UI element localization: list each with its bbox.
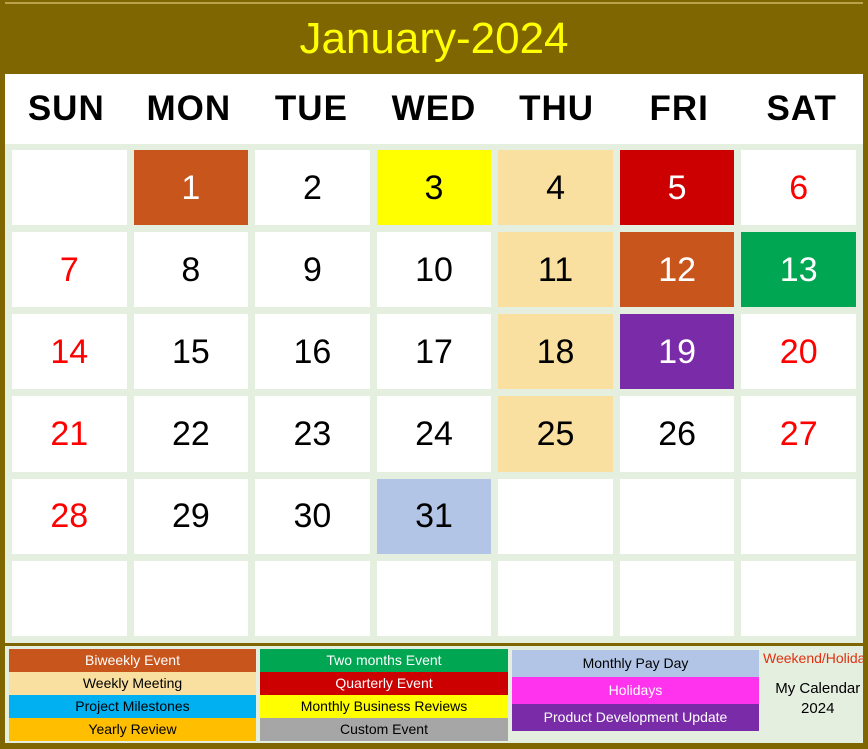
- legend-item-custom-event[interactable]: Custom Event: [260, 718, 508, 741]
- day-cell-3[interactable]: 3: [376, 150, 492, 226]
- day-cell-2[interactable]: 2: [255, 150, 370, 226]
- day-cell-empty: [619, 478, 735, 554]
- legend-column-2: Two months Event Quarterly Event Monthly B…: [260, 649, 508, 741]
- legend-column-4: Weekend/Holiday My Calendar 2024: [763, 647, 868, 743]
- weekday-header-thu: THU: [519, 89, 595, 128]
- weekday-header-fri: FRI: [649, 89, 709, 128]
- day-cell-empty: [498, 478, 613, 554]
- day-cell-4[interactable]: 4: [498, 150, 613, 226]
- day-cell-23[interactable]: 23: [255, 396, 370, 472]
- legend-item-holidays[interactable]: Holidays: [512, 676, 759, 704]
- day-cell-24[interactable]: 24: [376, 396, 492, 472]
- legend-column-3: Monthly Pay Day Holidays Product Developme…: [512, 649, 759, 742]
- day-cell-15[interactable]: 15: [133, 314, 249, 390]
- my-calendar-name: My Calendar: [775, 680, 861, 697]
- day-cell-empty: [619, 560, 735, 636]
- day-cell-14[interactable]: 14: [12, 314, 127, 390]
- day-cell-18[interactable]: 18: [498, 314, 613, 390]
- day-cell-31[interactable]: 31: [376, 478, 492, 554]
- day-cell-9[interactable]: 9: [255, 232, 370, 308]
- day-cell-empty: [12, 560, 127, 636]
- day-cell-empty: [498, 560, 613, 636]
- calendar-day-grid: 1 2 3 4 5 6 7 8 9 10 11 12 13 14 15 16 17 18 19 20 21 22 23 24 2…: [5, 144, 863, 643]
- calendar-title-bar: January-2024: [5, 2, 863, 74]
- day-cell-29[interactable]: 29: [133, 478, 249, 554]
- day-cell-5[interactable]: 5: [619, 150, 735, 226]
- legend-item-quarterly-event[interactable]: Quarterly Event: [260, 672, 508, 695]
- weekday-header-row: SUN MON TUE WED THU FRI SAT: [5, 74, 863, 144]
- day-cell-1[interactable]: 1: [133, 150, 249, 226]
- page-title: January-2024: [299, 14, 569, 63]
- legend-item-weekly-meeting[interactable]: Weekly Meeting: [9, 672, 256, 695]
- weekday-header-sat: SAT: [766, 89, 837, 128]
- weekday-header-wed: WED: [391, 89, 477, 128]
- legend-item-monthly-pay-day[interactable]: Monthly Pay Day: [512, 649, 759, 677]
- weekday-header-mon: MON: [146, 89, 232, 128]
- calendar-app: January-2024 SUN MON TUE WED THU FRI SAT 12345…: [0, 0, 868, 749]
- legend-item-two-months-event[interactable]: Two months Event: [260, 649, 508, 672]
- day-cell-22[interactable]: 22: [133, 396, 249, 472]
- my-calendar-label: My Calendar 2024: [775, 679, 860, 720]
- weekend-holiday-note: Weekend/Holiday: [763, 650, 868, 666]
- day-cell-12[interactable]: 12: [619, 232, 735, 308]
- day-cell-empty: [133, 560, 249, 636]
- day-cell-empty: [255, 560, 370, 636]
- day-cell-8[interactable]: 8: [133, 232, 249, 308]
- day-cell-28[interactable]: 28: [12, 478, 127, 554]
- legend-item-yearly-review[interactable]: Yearly Review: [9, 718, 256, 741]
- day-cell-6[interactable]: 6: [741, 150, 856, 226]
- legend-item-monthly-business-reviews[interactable]: Monthly Business Reviews: [260, 695, 508, 718]
- day-cell-16[interactable]: 16: [255, 314, 370, 390]
- legend-item-biweekly-event[interactable]: Biweekly Event: [9, 649, 256, 672]
- day-cell-13[interactable]: 13: [741, 232, 856, 308]
- day-cell-empty: [12, 150, 127, 226]
- weekday-header-tue: TUE: [274, 89, 348, 128]
- legend-column-1: Biweekly Event Weekly Meeting Project Mile…: [9, 649, 256, 741]
- my-calendar-year: 2024: [801, 700, 835, 718]
- day-cell-10[interactable]: 10: [376, 232, 492, 308]
- legend-item-project-milestones[interactable]: Project Milestones: [9, 695, 256, 718]
- day-cell-17[interactable]: 17: [376, 314, 492, 390]
- legend: Biweekly Event Weekly Meeting Project Mile…: [5, 643, 863, 743]
- day-cell-21[interactable]: 21: [12, 396, 127, 472]
- day-cell-11[interactable]: 11: [498, 232, 613, 308]
- day-cell-empty: [741, 478, 856, 554]
- day-cell-25[interactable]: 25: [498, 396, 613, 472]
- legend-item-product-development-update[interactable]: Product Development Update: [512, 703, 759, 731]
- day-cell-27[interactable]: 27: [741, 396, 856, 472]
- day-cell-7[interactable]: 7: [12, 232, 127, 308]
- day-cell-26[interactable]: 26: [619, 396, 735, 472]
- weekday-header-sun: SUN: [27, 89, 105, 128]
- day-cell-19[interactable]: 19: [619, 314, 735, 390]
- day-cell-30[interactable]: 30: [255, 478, 370, 554]
- day-cell-empty: [741, 560, 856, 636]
- day-cell-empty: [376, 560, 492, 636]
- day-cell-20[interactable]: 20: [741, 314, 856, 390]
